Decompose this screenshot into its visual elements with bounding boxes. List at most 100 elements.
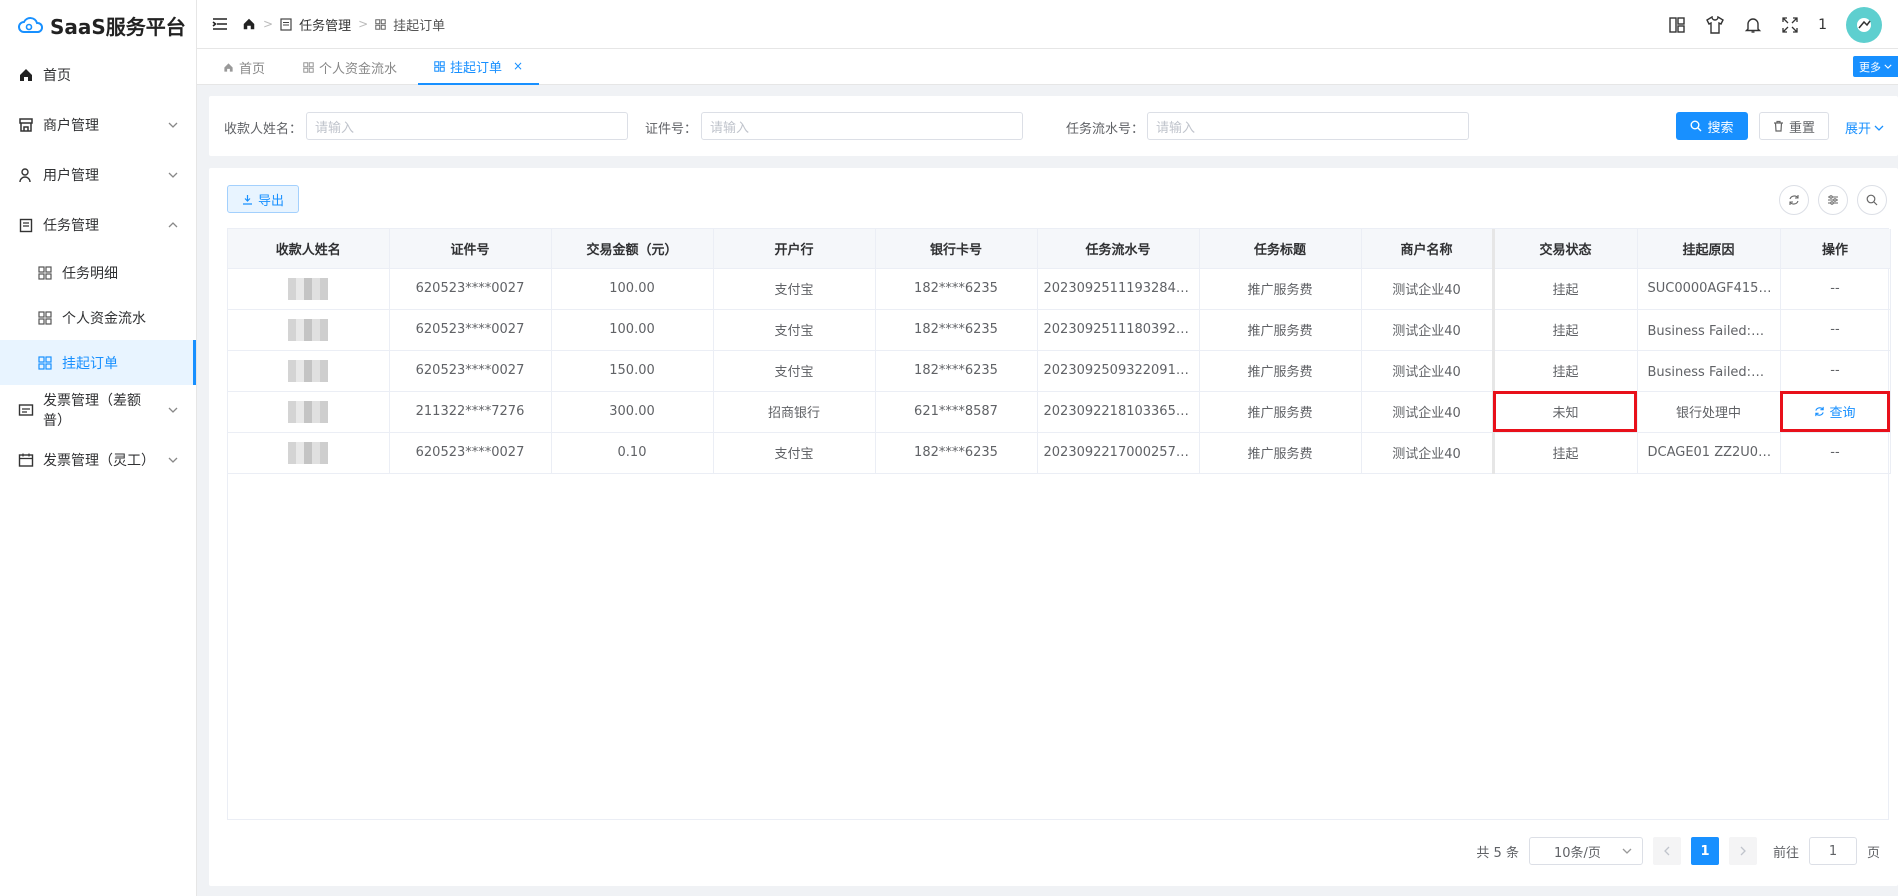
redacted-name <box>288 277 329 300</box>
serial-cell: 20230922181033652... <box>1037 391 1200 433</box>
grid-icon <box>38 310 52 325</box>
breadcrumb-separator-icon: > <box>358 17 369 31</box>
sidebar-item-suspended-orders[interactable]: 挂起订单 <box>0 340 196 385</box>
goto-page-input[interactable]: 1 <box>1808 837 1857 865</box>
table-row: 620523****0027 150.00 支付宝 182****6235 20… <box>228 350 1891 392</box>
status-cell: 挂起 <box>1491 309 1638 351</box>
chevron-right-icon <box>1740 846 1746 856</box>
sidebar-item-label: 发票管理（差额普） <box>43 393 141 429</box>
reason-cell: DCAGE01 ZZ2U01... <box>1637 432 1781 474</box>
merchant-cell: 测试企业40 <box>1361 350 1494 392</box>
action-cell: -- <box>1780 350 1891 392</box>
payee-name-cell <box>228 391 390 433</box>
bank-cell: 支付宝 <box>713 350 876 392</box>
task-title-cell: 推广服务费 <box>1199 432 1362 474</box>
breadcrumb-item[interactable]: 任务管理 <box>299 15 351 34</box>
breadcrumb-current: 挂起订单 <box>393 18 446 34</box>
header-actions: 1 <box>1668 0 1882 49</box>
task-serial-input[interactable]: 请输入 <box>1147 112 1469 140</box>
expand-toggle[interactable]: 展开 <box>1845 118 1884 137</box>
total-count: 共 5 条 <box>1476 845 1519 861</box>
search-panel: 收款人姓名： 请输入 证件号： 请输入 任务流水号： 请输入 搜索 重置 展开 <box>209 96 1898 156</box>
query-label: 查询 <box>1829 406 1856 421</box>
table-header: 收款人姓名 证件号 交易金额（元） 开户行 银行卡号 任务流水号 任务标题 商户… <box>228 229 1891 269</box>
reason-cell: 银行处理中 <box>1637 391 1781 433</box>
grid-icon <box>38 265 52 280</box>
col-header: 收款人姓名 <box>228 229 390 269</box>
table-row: 620523****0027 100.00 支付宝 182****6235 20… <box>228 309 1891 351</box>
prev-page-button[interactable] <box>1652 837 1681 865</box>
reason-cell: Business Failed:余... <box>1637 350 1781 392</box>
reset-button[interactable]: 重置 <box>1759 112 1829 140</box>
payee-name-cell <box>228 268 390 310</box>
sidebar-item-label: 商户管理 <box>43 118 99 134</box>
refresh-icon <box>1814 406 1825 417</box>
sidebar-item-users[interactable]: 用户管理 <box>0 150 196 200</box>
avatar[interactable] <box>1846 6 1882 43</box>
card-cell: 182****6235 <box>875 350 1038 392</box>
next-page-button[interactable] <box>1728 837 1757 865</box>
card-cell: 182****6235 <box>875 432 1038 474</box>
page-size-select[interactable]: 10条/页 <box>1528 837 1643 865</box>
close-icon[interactable]: × <box>513 59 523 73</box>
logo[interactable]: SaaS服务平台 <box>0 0 196 50</box>
more-tabs-button[interactable]: 更多 <box>1853 56 1898 77</box>
sidebar-item-invoice-flex[interactable]: 发票管理（灵工） <box>0 435 196 485</box>
sidebar-item-personal-flow[interactable]: 个人资金流水 <box>0 295 196 340</box>
amount-cell: 150.00 <box>551 350 714 392</box>
card-cell: 621****8587 <box>875 391 1038 433</box>
tab-personal-flow[interactable]: 个人资金流水 <box>303 49 397 85</box>
theme-shirt-icon[interactable] <box>1705 15 1725 34</box>
col-header: 开户行 <box>713 229 876 269</box>
tabs-bar: 首页 个人资金流水 挂起订单 × 更多 <box>197 49 1898 85</box>
card-cell: 182****6235 <box>875 309 1038 351</box>
serial-cell: 20230925111803920... <box>1037 309 1200 351</box>
tab-home[interactable]: 首页 <box>223 49 265 85</box>
chevron-up-icon <box>168 222 178 228</box>
task-title-cell: 推广服务费 <box>1199 309 1362 351</box>
home-icon[interactable] <box>242 17 256 31</box>
page-number-current[interactable]: 1 <box>1690 837 1719 865</box>
export-label: 导出 <box>257 193 284 209</box>
refresh-button[interactable] <box>1779 185 1809 215</box>
sidebar-item-tasks[interactable]: 任务管理 <box>0 200 196 250</box>
fullscreen-icon[interactable] <box>1781 16 1799 34</box>
bank-cell: 招商银行 <box>713 391 876 433</box>
sidebar-item-label: 发票管理（灵工） <box>43 453 155 469</box>
column-settings-button[interactable] <box>1818 185 1848 215</box>
breadcrumb-separator-icon: > <box>263 17 274 31</box>
serial-label: 任务流水号： <box>1066 122 1145 137</box>
action-cell-highlighted: 查询 <box>1780 391 1891 433</box>
notification-count: 1 <box>1818 16 1827 33</box>
export-button[interactable]: 导出 <box>227 185 299 213</box>
action-cell: -- <box>1780 309 1891 351</box>
sidebar-item-home[interactable]: 首页 <box>0 50 196 100</box>
layout-icon[interactable] <box>1668 16 1686 34</box>
tab-suspended-orders[interactable]: 挂起订单 × <box>418 49 540 85</box>
top-header: > 任务管理 > 挂起订单 1 <box>197 0 1898 49</box>
grid-icon <box>38 355 52 370</box>
calendar-icon <box>18 452 34 468</box>
sidebar-item-merchant[interactable]: 商户管理 <box>0 100 196 150</box>
id-number-input[interactable]: 请输入 <box>701 112 1023 140</box>
payee-name-input[interactable]: 请输入 <box>306 112 628 140</box>
more-label: 更多 <box>1859 60 1881 74</box>
sidebar-item-task-detail[interactable]: 任务明细 <box>0 250 196 295</box>
sidebar-item-invoice-diff[interactable]: 发票管理（差额普） <box>0 385 196 435</box>
tab-label: 挂起订单 <box>450 60 503 76</box>
amount-cell: 100.00 <box>551 309 714 351</box>
search-button[interactable]: 搜索 <box>1676 112 1748 140</box>
toggle-search-button[interactable] <box>1857 185 1887 215</box>
id-cell: 620523****0027 <box>389 309 552 351</box>
id-number-label: 证件号： <box>645 122 698 137</box>
query-button[interactable]: 查询 <box>1814 402 1856 421</box>
bank-cell: 支付宝 <box>713 268 876 310</box>
user-icon <box>18 167 34 183</box>
status-cell: 挂起 <box>1491 268 1638 310</box>
redacted-name <box>288 400 329 423</box>
bell-icon[interactable] <box>1744 16 1762 34</box>
menu-toggle-icon[interactable] <box>212 17 228 31</box>
chevron-down-icon <box>1622 848 1632 854</box>
trash-icon <box>1773 120 1784 132</box>
clipboard-icon <box>280 17 292 31</box>
